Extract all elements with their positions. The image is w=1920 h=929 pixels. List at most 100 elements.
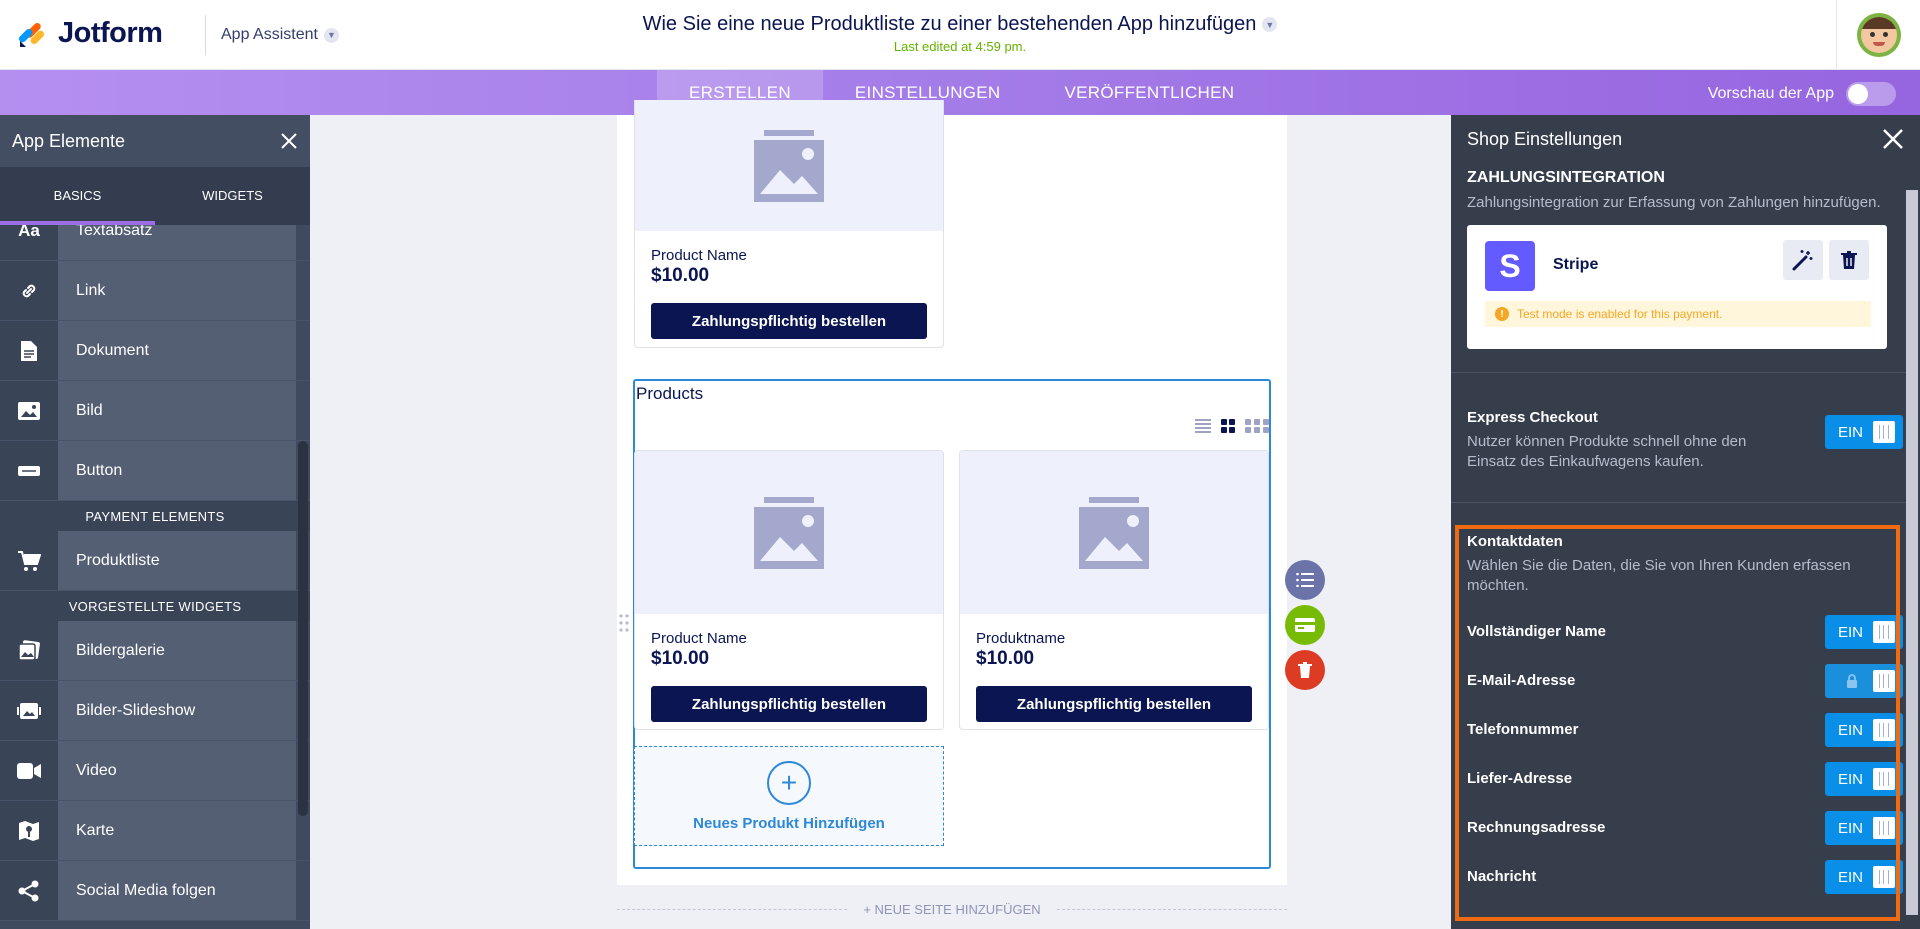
image-placeholder-icon [1079, 496, 1149, 569]
credit-card-icon [1295, 618, 1315, 632]
tab-widgets[interactable]: WIDGETS [155, 167, 310, 225]
product-card[interactable]: Product Name $10.00 Zahlungspflichtig be… [634, 100, 944, 348]
edit-payment-button[interactable] [1783, 240, 1823, 280]
warning-text: Test mode is enabled for this payment. [1517, 307, 1723, 321]
element-label: Bildergalerie [58, 621, 296, 680]
map-icon [0, 801, 58, 860]
section-featured-widgets: VORGESTELLTE WIDGETS [0, 591, 310, 621]
top-bar: Jotform App Assistent ▼ Wie Sie eine neu… [0, 0, 1920, 70]
add-product-card[interactable]: + Neues Produkt Hinzufügen [634, 746, 944, 846]
element-produktliste[interactable]: Produktliste [0, 531, 310, 591]
order-button[interactable]: Zahlungspflichtig bestellen [651, 686, 927, 722]
main-nav: ERSTELLEN EINSTELLUNGEN VERÖFFENTLICHEN … [0, 70, 1920, 115]
divider-line [1056, 909, 1288, 910]
trash-icon [1298, 662, 1312, 678]
tab-basics[interactable]: BASICS [0, 167, 155, 225]
avatar[interactable] [1856, 13, 1901, 57]
grid-view-icon[interactable] [1221, 419, 1235, 433]
element-label: Button [58, 441, 296, 500]
app-title[interactable]: Wie Sie eine neue Produktliste zu einer … [643, 13, 1278, 36]
gallery-icon [0, 621, 58, 680]
express-checkout-desc: Nutzer können Produkte schnell ohne den … [1467, 433, 1747, 470]
cart-icon [0, 531, 58, 590]
divider-line [617, 909, 848, 910]
element-bild[interactable]: Bild [0, 381, 310, 441]
share-icon [0, 861, 58, 920]
list-icon [1296, 573, 1314, 587]
panel-title: Shop Einstellungen [1467, 128, 1623, 149]
user-menu[interactable] [1836, 0, 1920, 70]
app-title-area: Wie Sie eine neue Produktliste zu einer … [0, 13, 1920, 54]
stripe-logo: S [1485, 241, 1535, 291]
product-price: $10.00 [651, 265, 710, 286]
close-icon[interactable] [1882, 128, 1904, 150]
product-price: $10.00 [976, 648, 1035, 669]
order-button[interactable]: Zahlungspflichtig bestellen [976, 686, 1252, 722]
product-image [960, 451, 1268, 614]
drag-handle-icon[interactable] [619, 614, 629, 632]
compact-grid-icon[interactable] [1245, 419, 1269, 433]
chevron-down-icon[interactable]: ▼ [1262, 17, 1278, 32]
element-label: Dokument [58, 321, 296, 380]
video-icon [0, 741, 58, 800]
element-label: Link [58, 261, 296, 320]
delete-payment-button[interactable] [1829, 240, 1869, 280]
magic-wand-icon [1792, 250, 1813, 271]
payment-settings-button[interactable] [1285, 605, 1325, 645]
product-card[interactable]: Produktname $10.00 Zahlungspflichtig bes… [959, 450, 1269, 730]
list-settings-button[interactable] [1285, 560, 1325, 600]
app-title-text: Wie Sie eine neue Produktliste zu einer … [642, 13, 1257, 35]
element-link[interactable]: Link [0, 261, 310, 321]
trash-icon [1841, 251, 1857, 269]
provider-name: Stripe [1553, 256, 1599, 273]
element-video[interactable]: Video [0, 741, 310, 801]
element-bildergalerie[interactable]: Bildergalerie [0, 621, 310, 681]
plus-icon: + [767, 760, 811, 805]
list-view-icon[interactable] [1195, 419, 1211, 433]
element-label: Bild [58, 381, 296, 440]
delete-element-button[interactable] [1285, 650, 1325, 690]
element-label: Produktliste [58, 531, 296, 590]
elements-list: Aa Textabsatz Link Dokument Bild Button … [0, 225, 310, 929]
close-icon[interactable] [280, 132, 298, 150]
product-card[interactable]: Product Name $10.00 Zahlungspflichtig be… [634, 450, 944, 730]
slideshow-icon [0, 681, 58, 740]
app-elements-panel: App Elemente BASICS WIDGETS Aa Textabsat… [0, 115, 310, 929]
element-label: Karte [58, 801, 296, 860]
last-edited-text: Last edited at 4:59 pm. [893, 39, 1027, 54]
preview-label: Vorschau der App [1707, 85, 1834, 102]
document-icon [0, 321, 58, 380]
add-page-divider[interactable]: + NEUE SEITE HINZUFÜGEN [617, 902, 1288, 917]
tab-veroeffentlichen[interactable]: VERÖFFENTLICHEN [1033, 70, 1267, 115]
product-image [635, 451, 943, 614]
products-title: Products [636, 384, 704, 403]
section-payment-elements: PAYMENT ELEMENTS [0, 501, 310, 531]
element-label: Social Media folgen [58, 861, 296, 920]
panel-scrollbar[interactable] [1906, 190, 1918, 915]
panel-header: App Elemente [0, 115, 310, 167]
element-bilder-slideshow[interactable]: Bilder-Slideshow [0, 681, 310, 741]
product-price: $10.00 [651, 648, 710, 669]
panel-header: Shop Einstellungen [1451, 115, 1920, 163]
element-social-media[interactable]: Social Media folgen [0, 861, 310, 921]
preview-toggle[interactable] [1846, 82, 1896, 106]
order-button[interactable]: Zahlungspflichtig bestellen [651, 303, 927, 339]
highlight-box [1455, 525, 1900, 921]
element-button[interactable]: Button [0, 441, 310, 501]
divider [1451, 502, 1906, 503]
test-mode-warning: ! Test mode is enabled for this payment. [1485, 301, 1871, 327]
view-switcher [1195, 419, 1269, 433]
express-checkout-toggle[interactable]: EIN [1825, 415, 1903, 449]
product-image [635, 100, 943, 231]
element-karte[interactable]: Karte [0, 801, 310, 861]
image-placeholder-icon [754, 129, 824, 202]
panel-scrollbar[interactable] [298, 441, 308, 816]
element-textabsatz[interactable]: Aa Textabsatz [0, 225, 310, 261]
payment-integration-title: ZAHLUNGSINTEGRATION [1467, 169, 1665, 186]
element-label: Bilder-Slideshow [58, 681, 296, 740]
warning-icon: ! [1495, 307, 1509, 321]
add-product-label: Neues Produkt Hinzufügen [693, 814, 885, 832]
element-label: Textabsatz [58, 225, 296, 260]
stripe-integration-card: S Stripe ! Test mode is enabled for this… [1467, 225, 1887, 349]
element-dokument[interactable]: Dokument [0, 321, 310, 381]
